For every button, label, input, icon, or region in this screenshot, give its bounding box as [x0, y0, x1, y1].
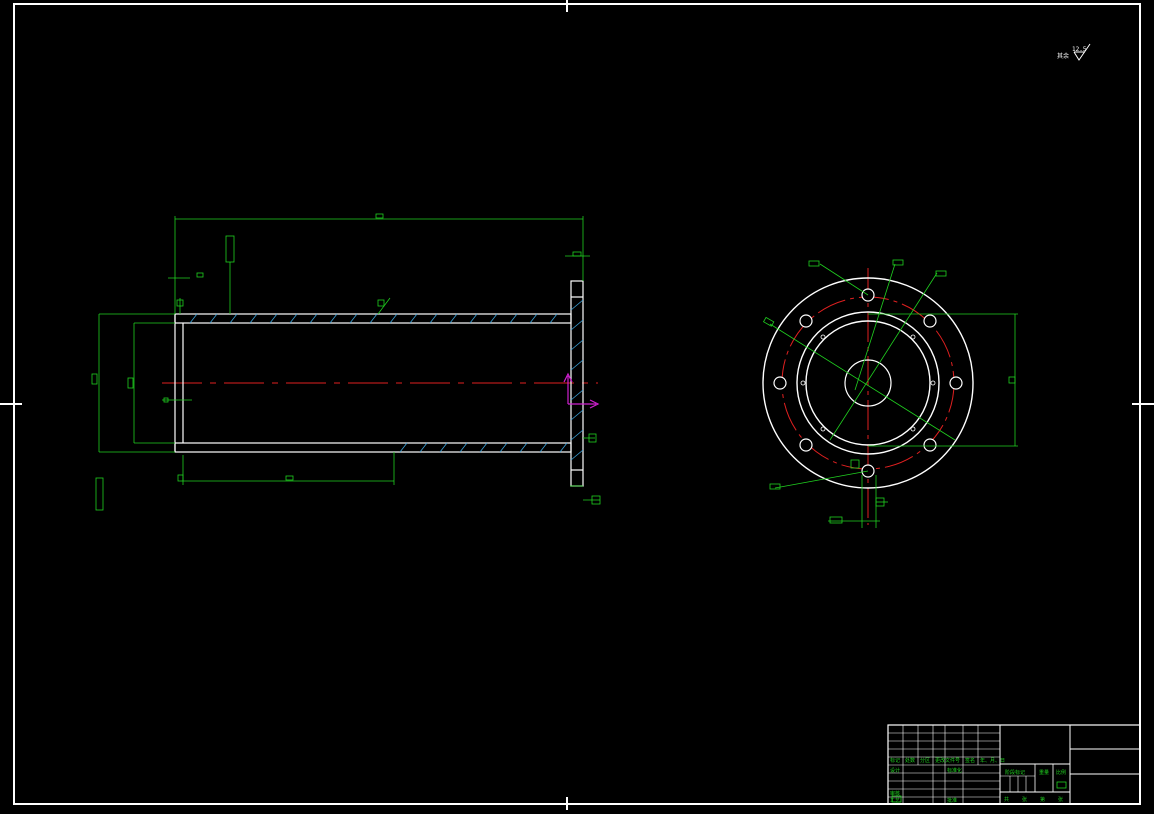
bolt-hole [949, 376, 963, 390]
section-dimensions [91, 213, 601, 511]
tb-label: 更改文件号 [935, 757, 960, 764]
tb-label: 张 [1022, 796, 1027, 803]
tb-label: 共 [1004, 796, 1009, 803]
cad-drawing-canvas: 其余 12.5 标记 处数 分区 更改文件号 签名 年、月、日 设计 标准化 阶… [0, 0, 1154, 810]
bolt-hole [799, 314, 813, 328]
tb-label: 处数 [905, 757, 915, 764]
tb-label: 签名 [965, 757, 975, 764]
section-hatching [189, 299, 584, 461]
section-view [91, 213, 601, 511]
tb-label: 分区 [920, 757, 930, 764]
bolt-hole [773, 376, 787, 390]
tb-label: 阶段标记 [1005, 769, 1025, 776]
ucs-axis-indicator [563, 372, 600, 409]
tb-label: 比例 [1056, 769, 1066, 776]
tb-label: 第 [1040, 796, 1045, 803]
bolt-hole [923, 314, 937, 328]
tb-label: 张 [1058, 796, 1063, 803]
drawing-sheet: 其余 12.5 标记 处数 分区 更改文件号 签名 年、月、日 设计 标准化 阶… [0, 0, 1154, 810]
tb-label: 批准 [947, 797, 957, 804]
bolt-hole [799, 438, 813, 452]
end-view-dimensions [762, 259, 1018, 528]
end-view [762, 259, 1018, 528]
tb-label: 标记 [890, 757, 900, 764]
roughness-prefix: 其余 [1057, 52, 1069, 60]
bolt-hole [923, 438, 937, 452]
tb-label: 重量 [1039, 769, 1049, 776]
tb-label: 设计 [890, 767, 900, 774]
roughness-symbol: 其余 12.5 [1057, 43, 1091, 61]
title-block: 标记 处数 分区 更改文件号 签名 年、月、日 设计 标准化 阶段标记 重量 比… [887, 724, 1141, 805]
tb-label: 工艺 [890, 798, 900, 804]
tb-label: 标准化 [947, 767, 962, 774]
tb-label: 年、月、日 [980, 757, 1005, 764]
